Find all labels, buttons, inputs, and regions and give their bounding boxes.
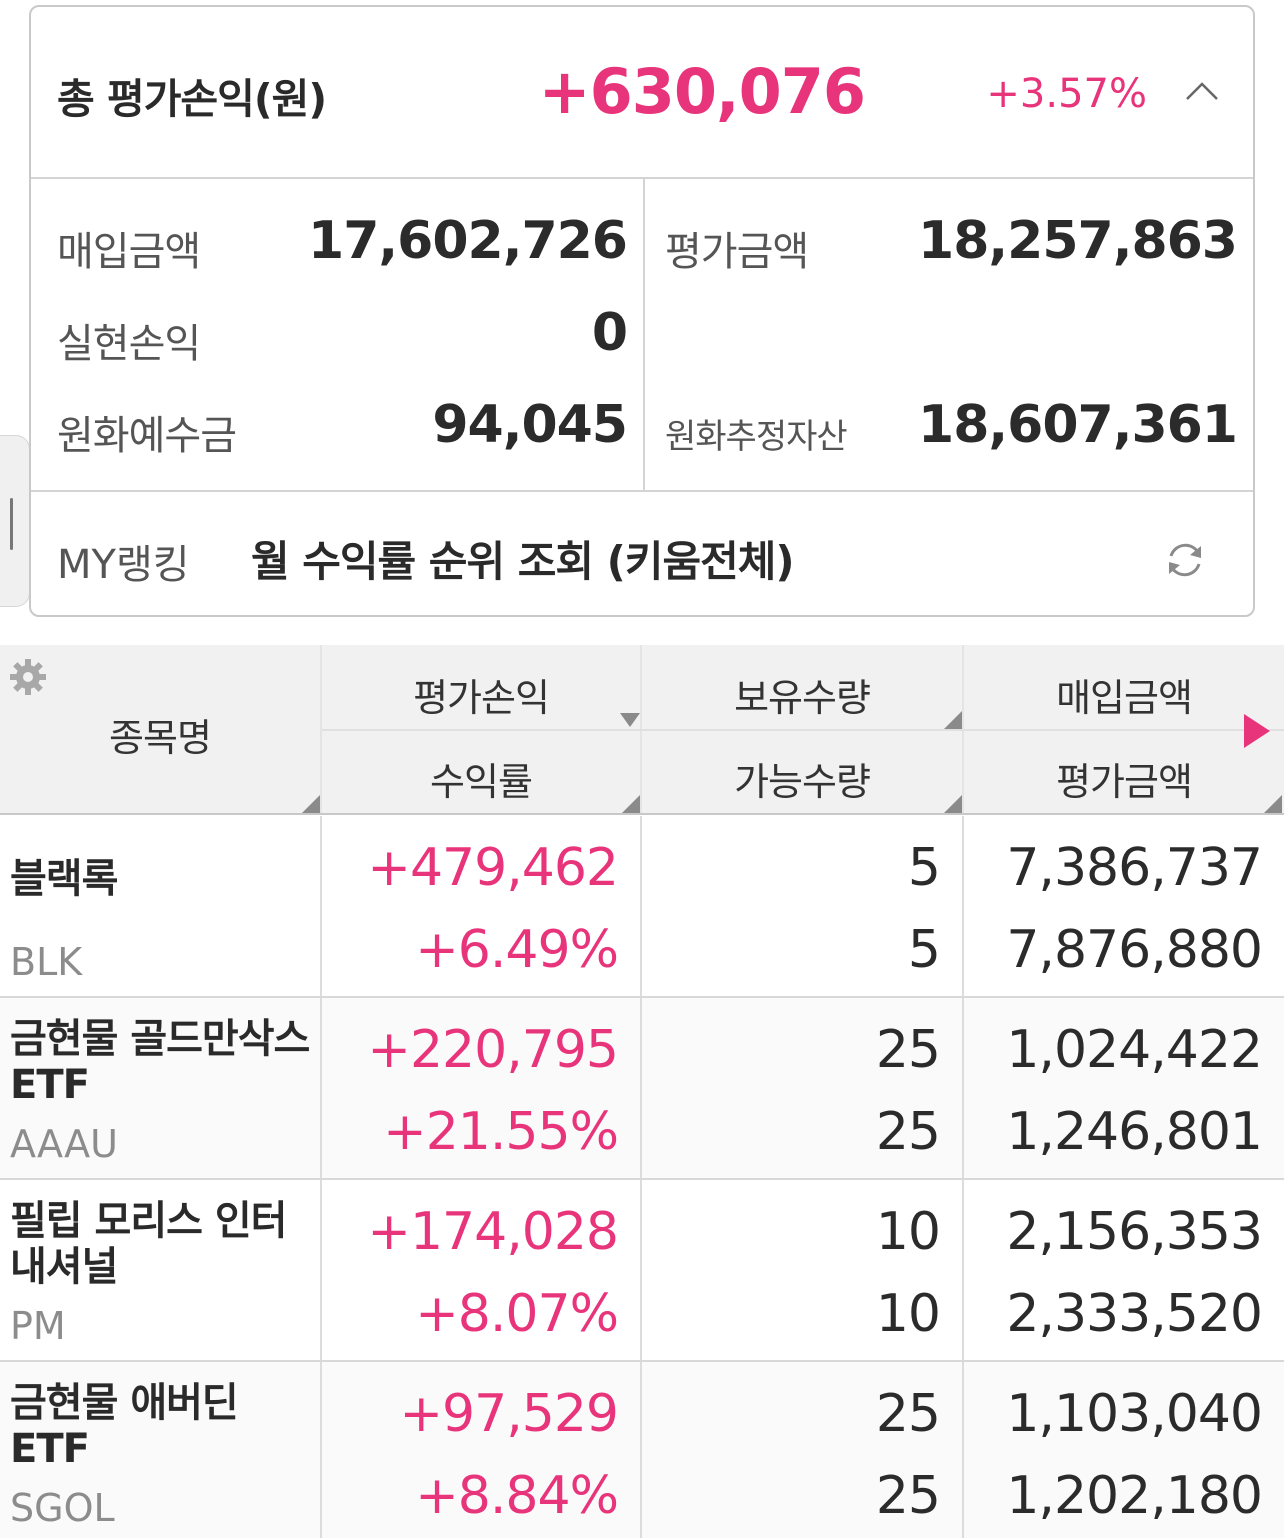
stock-ticker: PM (10, 1304, 66, 1348)
cell-divider (320, 1362, 322, 1538)
return-rate-value: +6.49% (415, 920, 619, 980)
return-rate-value: +8.07% (415, 1284, 619, 1344)
available-qty-value: 25 (875, 1102, 941, 1162)
eval-amount-label: 평가금액 (665, 229, 809, 275)
summary-header[interactable]: 총 평가손익(원) +630,076 +3.57% (31, 7, 1253, 179)
sort-down-icon (620, 713, 640, 727)
total-pl-value: +630,076 (538, 55, 866, 128)
stock-ticker: AAAU (10, 1122, 118, 1166)
col-header-name[interactable]: 종목명 (0, 707, 320, 762)
realized-pl-label: 실현손익 (57, 321, 201, 367)
cell-divider (962, 816, 964, 996)
available-qty-value: 10 (875, 1284, 941, 1344)
krw-est-asset-label: 원화추정자산 (665, 417, 848, 457)
cell-divider (640, 816, 642, 996)
my-ranking-row[interactable]: MY랭킹 월 수익률 순위 조회 (키움전체) (31, 492, 1253, 615)
sort-corner-icon (622, 795, 640, 813)
sort-corner-icon (944, 795, 962, 813)
eval-pl-value: +174,028 (367, 1202, 619, 1262)
eval-amount-value: 2,333,520 (1006, 1284, 1263, 1344)
buy-amount-value: 1,024,422 (1006, 1020, 1263, 1080)
stock-ticker: SGOL (10, 1486, 115, 1530)
eval-pl-value: +220,795 (367, 1020, 619, 1080)
col-header-buy[interactable]: 매입금액 (964, 667, 1284, 722)
stock-name: 블랙록 (10, 856, 118, 902)
my-ranking-label: MY랭킹 (57, 542, 190, 588)
stock-name: 금현물 골드만삭스 ETF (10, 1016, 310, 1108)
eval-pl-value: +97,529 (399, 1384, 619, 1444)
table-row[interactable]: 금현물 골드만삭스 ETF AAAU +220,795 +21.55% 25 2… (0, 998, 1284, 1180)
sort-corner-icon (1264, 795, 1282, 813)
table-row[interactable]: 블랙록 BLK +479,462 +6.49% 5 5 7,386,737 7,… (0, 816, 1284, 998)
stock-ticker: BLK (10, 940, 83, 984)
eval-amount-value: 1,202,180 (1006, 1466, 1263, 1526)
return-rate-value: +21.55% (383, 1102, 619, 1162)
krw-deposit-value: 94,045 (432, 395, 628, 455)
eval-amount-value: 7,876,880 (1006, 920, 1263, 980)
krw-est-asset-value: 18,607,361 (918, 395, 1238, 455)
col-header-pl[interactable]: 평가손익 (322, 667, 640, 722)
cell-divider (962, 1180, 964, 1360)
cell-divider (640, 998, 642, 1178)
holding-qty-value: 5 (907, 838, 941, 898)
sort-corner-icon (302, 795, 320, 813)
krw-deposit-label: 원화예수금 (57, 413, 237, 459)
realized-pl-value: 0 (591, 303, 628, 363)
stock-name: 금현물 애버딘 ETF (10, 1380, 239, 1472)
cell-divider (962, 1362, 964, 1538)
total-pl-title: 총 평가손익(원) (57, 75, 327, 123)
summary-card: 총 평가손익(원) +630,076 +3.57% 매입금액 17,602,72… (29, 5, 1255, 617)
cell-divider (962, 998, 964, 1178)
buy-amount-value: 1,103,040 (1006, 1384, 1263, 1444)
buy-amount-value: 17,602,726 (308, 211, 628, 271)
chevron-up-icon[interactable] (1185, 81, 1219, 101)
holding-qty-value: 10 (875, 1202, 941, 1262)
col-header-qty[interactable]: 보유수량 (642, 667, 962, 722)
cell-divider (320, 1180, 322, 1360)
buy-amount-label: 매입금액 (57, 229, 201, 275)
available-qty-value: 5 (907, 920, 941, 980)
return-rate-value: +8.84% (415, 1466, 619, 1526)
col-header-eval[interactable]: 평가금액 (964, 751, 1284, 806)
cell-divider (640, 1180, 642, 1360)
cell-divider (320, 816, 322, 996)
eval-amount-value: 18,257,863 (918, 211, 1238, 271)
side-drawer-handle[interactable] (0, 435, 30, 607)
detail-divider (643, 179, 645, 490)
gear-icon[interactable] (8, 657, 48, 697)
cell-divider (640, 1362, 642, 1538)
total-pl-rate: +3.57% (986, 71, 1147, 117)
refresh-icon[interactable] (1163, 538, 1207, 582)
available-qty-value: 25 (875, 1466, 941, 1526)
table-row[interactable]: 금현물 애버딘 ETF SGOL +97,529 +8.84% 25 25 1,… (0, 1362, 1284, 1538)
col-header-available[interactable]: 가능수량 (642, 751, 962, 806)
col-header-rate[interactable]: 수익률 (322, 751, 640, 806)
stock-name: 필립 모리스 인터내셔널 (10, 1198, 287, 1290)
holding-qty-value: 25 (875, 1384, 941, 1444)
header-divider (322, 729, 1284, 731)
summary-details: 매입금액 17,602,726 평가금액 18,257,863 실현손익 0 원… (31, 179, 1253, 492)
eval-pl-value: +479,462 (367, 838, 619, 898)
eval-amount-value: 1,246,801 (1006, 1102, 1263, 1162)
drawer-grip-icon (10, 498, 13, 550)
buy-amount-value: 7,386,737 (1006, 838, 1263, 898)
cell-divider (320, 998, 322, 1178)
holding-qty-value: 25 (875, 1020, 941, 1080)
sort-corner-icon (944, 711, 962, 729)
buy-amount-value: 2,156,353 (1006, 1202, 1263, 1262)
holdings-table-header: 종목명 평가손익 수익률 보유수량 가능수량 매입금액 평가금액 (0, 645, 1284, 815)
my-ranking-link[interactable]: 월 수익률 순위 조회 (키움전체) (251, 528, 795, 589)
play-right-icon[interactable] (1244, 714, 1270, 748)
table-row[interactable]: 필립 모리스 인터내셔널 PM +174,028 +8.07% 10 10 2,… (0, 1180, 1284, 1362)
